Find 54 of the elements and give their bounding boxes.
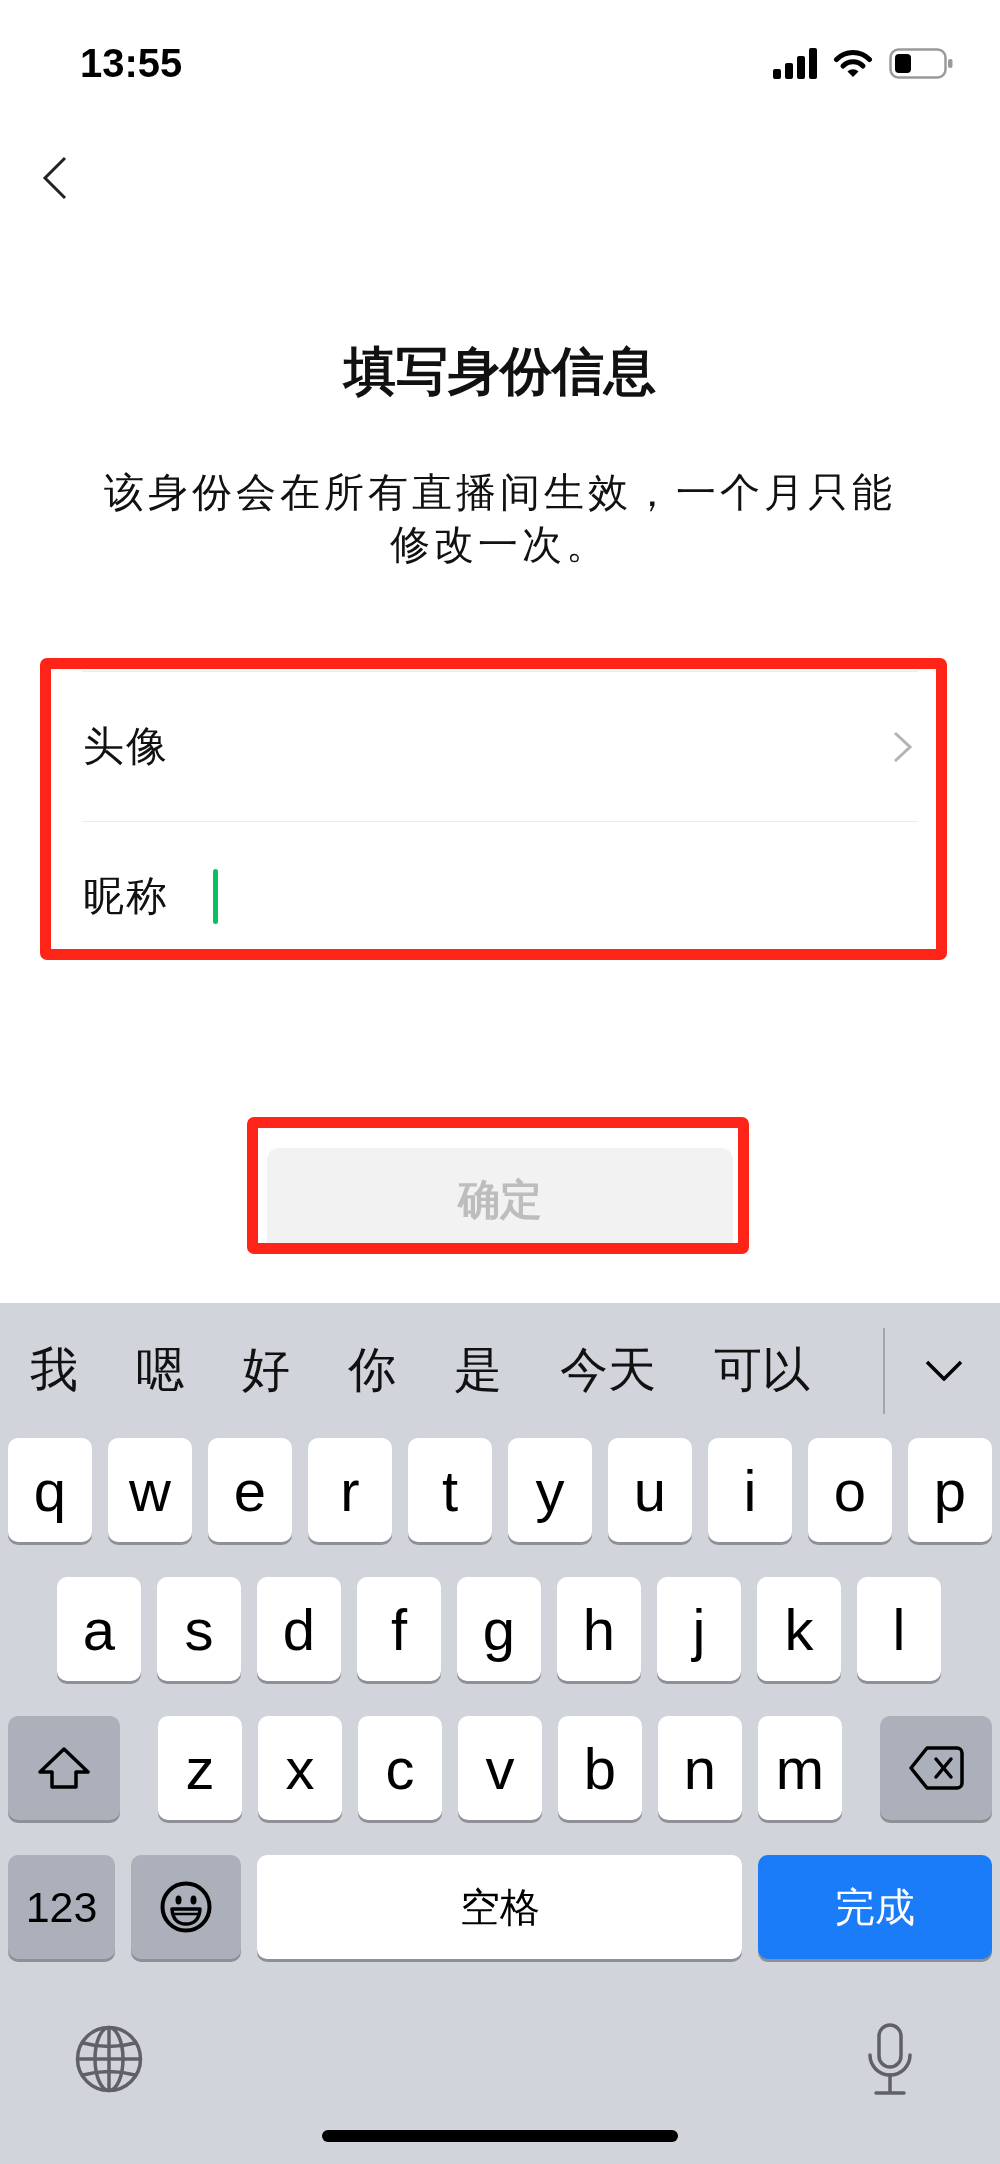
letter-key[interactable]: k xyxy=(757,1577,841,1681)
candidate-word[interactable]: 是 xyxy=(454,1344,502,1397)
smiley-icon xyxy=(160,1881,212,1933)
letter-key[interactable]: q xyxy=(8,1438,92,1542)
shift-key[interactable] xyxy=(8,1716,120,1820)
letter-key[interactable]: s xyxy=(157,1577,241,1681)
letter-key[interactable]: c xyxy=(358,1716,442,1820)
letter-key[interactable]: j xyxy=(657,1577,741,1681)
letter-key[interactable]: r xyxy=(308,1438,392,1542)
candidate-word[interactable]: 好 xyxy=(242,1344,290,1397)
letter-key[interactable]: d xyxy=(257,1577,341,1681)
letter-key[interactable]: i xyxy=(708,1438,792,1542)
shift-icon xyxy=(37,1746,91,1790)
field-label: 昵称 xyxy=(83,871,169,921)
page-description: 该身份会在所有直播间生效，一个月只能修改一次。 xyxy=(103,469,897,568)
candidate-word[interactable]: 我 xyxy=(30,1344,78,1397)
letter-key[interactable]: n xyxy=(658,1716,742,1820)
letter-key[interactable]: u xyxy=(608,1438,692,1542)
candidate-word[interactable]: 你 xyxy=(348,1344,396,1397)
letter-key[interactable]: a xyxy=(57,1577,141,1681)
candidate-word[interactable]: 今天 xyxy=(560,1344,656,1397)
field-label: 头像 xyxy=(83,721,169,771)
space-key[interactable]: 空格 xyxy=(257,1855,742,1959)
letter-key[interactable]: p xyxy=(908,1438,992,1542)
candidate-word[interactable]: 可以 xyxy=(714,1344,810,1397)
globe-icon[interactable] xyxy=(75,2025,143,2093)
letter-key[interactable]: e xyxy=(208,1438,292,1542)
letter-key[interactable]: v xyxy=(458,1716,542,1820)
letter-key[interactable]: z xyxy=(158,1716,242,1820)
delete-key[interactable] xyxy=(880,1716,992,1820)
letter-key[interactable]: f xyxy=(357,1577,441,1681)
chevron-down-icon[interactable] xyxy=(925,1360,963,1381)
back-icon[interactable] xyxy=(42,156,68,200)
letter-key[interactable]: t xyxy=(408,1438,492,1542)
wifi-icon xyxy=(833,48,873,78)
letter-key[interactable]: x xyxy=(258,1716,342,1820)
status-time: 13:55 xyxy=(80,43,183,83)
letter-key[interactable]: g xyxy=(457,1577,541,1681)
letter-key[interactable]: l xyxy=(857,1577,941,1681)
letter-key[interactable]: y xyxy=(508,1438,592,1542)
emoji-key[interactable] xyxy=(131,1855,241,1959)
letter-key[interactable]: h xyxy=(557,1577,641,1681)
delete-icon xyxy=(908,1746,964,1790)
letter-key[interactable]: m xyxy=(758,1716,842,1820)
signal-icon xyxy=(773,47,817,79)
letter-key[interactable]: o xyxy=(808,1438,892,1542)
page-title: 填写身份信息 xyxy=(344,341,656,402)
number-key[interactable]: 123 xyxy=(8,1855,115,1959)
candidate-word[interactable]: 嗯 xyxy=(136,1344,184,1397)
letter-key[interactable]: b xyxy=(558,1716,642,1820)
letter-key[interactable]: w xyxy=(108,1438,192,1542)
microphone-icon[interactable] xyxy=(866,2023,914,2095)
battery-icon xyxy=(889,47,953,79)
done-key[interactable]: 完成 xyxy=(758,1855,992,1959)
